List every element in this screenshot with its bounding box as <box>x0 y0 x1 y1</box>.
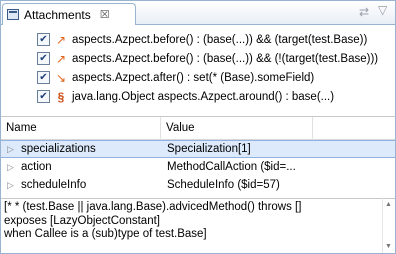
details-line: [* * (test.Base || java.lang.Base).advic… <box>4 201 302 213</box>
scroll-up-icon[interactable]: ▲ <box>385 201 392 208</box>
property-value: ScheduleInfo ($id=57) <box>167 179 280 191</box>
property-name: action <box>21 161 52 173</box>
before-advice-icon: ↗ <box>55 51 67 66</box>
tab-attachments[interactable]: Attachments ☒ <box>2 3 136 25</box>
attachments-view: Attachments ☒ ⇄ ▽ ✔ ↗ aspects.Azpect.bef… <box>0 0 396 254</box>
link-with-editor-icon[interactable]: ⇄ <box>359 5 369 19</box>
advice-checkbox[interactable]: ✔ <box>37 33 50 46</box>
advice-item[interactable]: ✔ ↘ aspects.Azpect.after() : set(* (Base… <box>1 68 395 87</box>
property-value: MethodCallAction ($id=... <box>167 161 296 173</box>
advice-label: aspects.Azpect.before() : (base(...)) &&… <box>72 33 368 46</box>
property-value: Specialization[1] <box>167 143 251 155</box>
column-header-filler <box>313 117 395 140</box>
advice-item[interactable]: ✔ § java.lang.Object aspects.Azpect.arou… <box>1 87 395 106</box>
column-header-value[interactable]: Value <box>161 117 313 140</box>
property-name: specializations <box>21 143 96 155</box>
tab-label: Attachments <box>24 7 91 22</box>
properties-table: Name Value ▷ specializations Specializat… <box>1 116 395 197</box>
column-header-name[interactable]: Name <box>1 117 161 140</box>
name-cell: ▷ scheduleInfo <box>1 179 161 191</box>
property-name: scheduleInfo <box>21 179 87 191</box>
details-text-area[interactable]: [* * (test.Base || java.lang.Base).advic… <box>1 198 395 253</box>
advice-checkbox[interactable]: ✔ <box>37 71 50 84</box>
expand-arrow-icon[interactable]: ▷ <box>7 144 15 155</box>
advice-checkbox[interactable]: ✔ <box>37 90 50 103</box>
table-row[interactable]: ▷ action MethodCallAction ($id=... <box>1 158 395 176</box>
advice-item[interactable]: ✔ ↗ aspects.Azpect.before() : (base(...)… <box>1 30 395 49</box>
attachments-view-icon <box>7 9 19 20</box>
advice-label: aspects.Azpect.before() : (base(...)) &&… <box>72 52 379 65</box>
details-line: exposes [LazyObjectConstant] <box>4 214 160 227</box>
advice-item[interactable]: ✔ ↗ aspects.Azpect.before() : (base(...)… <box>1 49 395 68</box>
view-menu-icon[interactable]: ▽ <box>378 3 387 17</box>
after-advice-icon: ↘ <box>55 70 67 85</box>
name-cell: ▷ specializations <box>1 143 161 155</box>
advice-checkbox[interactable]: ✔ <box>37 52 50 65</box>
scroll-down-icon[interactable]: ▼ <box>385 243 392 250</box>
view-tab-bar: Attachments ☒ ⇄ ▽ <box>1 1 395 25</box>
close-tab-icon[interactable]: ☒ <box>100 8 110 21</box>
details-line: when Callee is a (sub)type of test.Base] <box>4 228 207 240</box>
before-advice-icon: ↗ <box>55 32 67 47</box>
expand-arrow-icon[interactable]: ▷ <box>7 162 15 173</box>
table-row[interactable]: ▷ specializations Specialization[1] <box>1 140 395 158</box>
name-cell: ▷ action <box>1 161 161 173</box>
advice-list: ✔ ↗ aspects.Azpect.before() : (base(...)… <box>1 26 395 112</box>
around-advice-icon: § <box>57 89 65 104</box>
table-row[interactable]: ▷ scheduleInfo ScheduleInfo ($id=57) <box>1 176 395 194</box>
table-header: Name Value <box>1 117 395 140</box>
advice-label: java.lang.Object aspects.Azpect.around()… <box>72 90 335 103</box>
details-scrollbar[interactable]: ▲ ▼ <box>382 198 395 253</box>
advice-label: aspects.Azpect.after() : set(* (Base).so… <box>72 71 315 84</box>
expand-arrow-icon[interactable]: ▷ <box>7 180 15 191</box>
